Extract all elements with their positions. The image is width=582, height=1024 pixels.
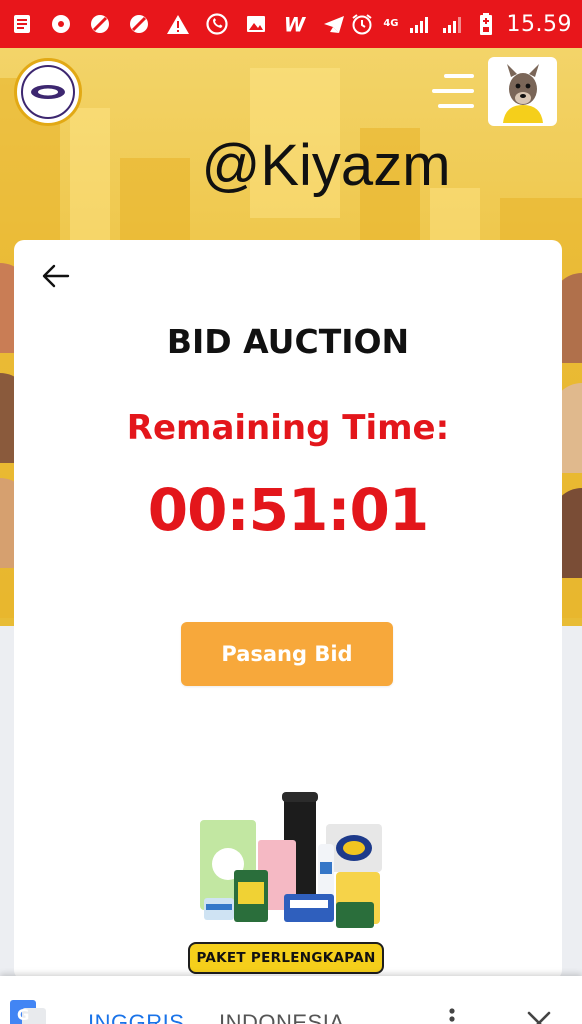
svg-text:G: G bbox=[17, 1006, 29, 1024]
blocked-icon bbox=[88, 12, 112, 36]
remaining-time-label: Remaining Time: bbox=[126, 408, 450, 448]
svg-text:W: W bbox=[284, 13, 307, 35]
status-bar: W 4G 15.59 bbox=[0, 0, 582, 48]
signal-icon bbox=[441, 12, 465, 36]
auction-card: BID AUCTION Remaining Time: 00:51:01 Pas… bbox=[14, 240, 562, 980]
notification-icons: W bbox=[10, 12, 346, 36]
warning-icon bbox=[166, 12, 190, 36]
blocked-icon bbox=[127, 12, 151, 36]
tab-indonesia[interactable]: INDONESIA bbox=[219, 1010, 345, 1024]
auction-title: BID AUCTION bbox=[166, 322, 410, 361]
more-options-icon[interactable] bbox=[446, 1006, 458, 1024]
gallery-icon bbox=[244, 12, 268, 36]
back-arrow-icon[interactable] bbox=[40, 260, 72, 292]
alarm-icon bbox=[350, 12, 374, 36]
battery-low-icon bbox=[474, 12, 498, 36]
telegram-icon bbox=[322, 12, 346, 36]
product-image[interactable]: PAKET PERLENGKAPAN bbox=[186, 792, 390, 976]
translate-bar: G INGGRIS INDONESIA bbox=[0, 976, 582, 1024]
system-icons: 4G 15.59 bbox=[350, 12, 572, 37]
network-type: 4G bbox=[383, 18, 399, 29]
tab-inggris[interactable]: INGGRIS bbox=[88, 1010, 184, 1024]
mascot-avatar-icon[interactable] bbox=[488, 57, 557, 126]
google-translate-icon: G bbox=[8, 1000, 48, 1024]
w-app-icon: W bbox=[283, 12, 307, 36]
close-icon[interactable] bbox=[524, 1008, 554, 1024]
hamburger-menu-icon[interactable] bbox=[432, 74, 474, 108]
club-logo-emblem bbox=[21, 65, 75, 119]
countdown-timer: 00:51:01 bbox=[147, 476, 430, 544]
club-logo bbox=[14, 58, 82, 126]
product-package-banner: PAKET PERLENGKAPAN bbox=[188, 942, 384, 974]
messenger-icon bbox=[49, 12, 73, 36]
status-time: 15.59 bbox=[506, 11, 572, 37]
username-heading: @Kiyazm bbox=[201, 133, 451, 198]
whatsapp-icon bbox=[205, 12, 229, 36]
pasang-bid-button[interactable]: Pasang Bid bbox=[181, 622, 393, 686]
signal-icon bbox=[408, 12, 432, 36]
notes-icon bbox=[10, 12, 34, 36]
